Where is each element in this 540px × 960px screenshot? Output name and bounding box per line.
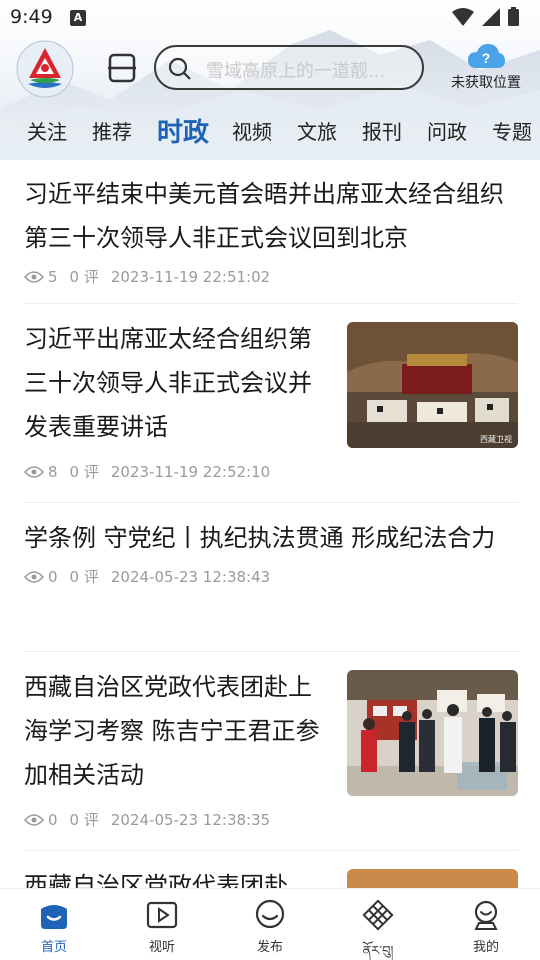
article-thumbnail: 西藏卫视 (347, 322, 518, 448)
view-count: 5 (48, 267, 58, 286)
article-title: 西藏自治区党政代表团赴 (24, 872, 288, 888)
article-meta: 0 0 评 2024-05-23 12:38:43 (24, 566, 518, 587)
views-icon (24, 570, 44, 583)
list-item[interactable]: 学条例 守党纪丨执纪执法贯通 形成纪法合力 0 0 评 2024-05-23 1… (24, 516, 518, 652)
nav-media[interactable]: 视听 (122, 897, 202, 955)
list-item[interactable]: 西藏自治区党政代表团赴上海学习考察 陈吉宁王君正参加相关活动 0 0 评 202… (24, 665, 518, 851)
tab-recommend[interactable]: 推荐 (92, 116, 132, 145)
signal-icon (482, 8, 500, 26)
article-title: 习近平结束中美元首会晤并出席亚太经合组织第三十次领导人非正式会议回到北京 (24, 180, 504, 252)
wifi-icon (452, 8, 474, 26)
publish-time: 2023-11-19 22:51:02 (110, 267, 271, 286)
endless-knot-icon (362, 899, 394, 931)
publish-time: 2024-05-23 12:38:35 (110, 810, 271, 829)
nav-home[interactable]: 首页 (14, 897, 94, 955)
channel-tabs: 关注 推荐 时政 视频 文旅 报刊 问政 专题 (0, 112, 540, 152)
nav-profile-label: 我的 (472, 940, 499, 955)
comment-count: 0 评 (69, 463, 99, 481)
publish-time: 2023-11-19 22:52:10 (110, 462, 271, 481)
article-title: 学条例 守党纪丨执纪执法贯通 形成纪法合力 (24, 524, 496, 552)
article-meta: 5 0 评 2023-11-19 22:51:02 (24, 266, 518, 287)
tab-politics[interactable]: 时政 (157, 112, 209, 149)
profile-icon (474, 900, 498, 930)
tab-topics[interactable]: 专题 (492, 116, 532, 145)
tab-culture-travel[interactable]: 文旅 (297, 116, 337, 145)
comment-count: 0 评 (69, 811, 99, 829)
article-thumbnail (347, 869, 518, 888)
nav-profile[interactable]: 我的 (446, 897, 526, 955)
publish-time: 2024-05-23 12:38:43 (110, 567, 271, 586)
views-icon (24, 465, 44, 478)
app-logo-icon (16, 40, 74, 98)
divider (24, 502, 518, 503)
thumbnail-watermark: 西藏卫视 (480, 435, 512, 444)
list-item[interactable]: 习近平结束中美元首会晤并出席亚太经合组织第三十次领导人非正式会议回到北京 5 0… (24, 172, 518, 304)
status-notification-icon: A (70, 10, 86, 26)
divider (24, 303, 518, 304)
nav-tibetan-label: ནོར་བུ། (362, 944, 394, 959)
article-thumbnail (347, 670, 518, 796)
status-time: 9:49 (10, 6, 53, 28)
list-item[interactable]: 西藏自治区党政代表团赴 (24, 864, 518, 888)
comment-count: 0 评 (69, 568, 99, 586)
scan-button[interactable] (100, 50, 144, 86)
location-weather-button[interactable]: ? 未获取位置 (446, 42, 526, 94)
nav-home-label: 首页 (40, 940, 67, 955)
tab-inquiry[interactable]: 问政 (427, 116, 467, 145)
comment-count: 0 评 (69, 268, 99, 286)
view-count: 0 (48, 567, 58, 586)
video-play-icon (146, 901, 178, 929)
battery-icon (508, 9, 519, 26)
view-count: 8 (48, 462, 58, 481)
news-feed: 习近平结束中美元首会晤并出席亚太经合组织第三十次领导人非正式会议回到北京 5 0… (0, 160, 540, 888)
article-meta: 8 0 评 2023-11-19 22:52:10 (24, 461, 518, 482)
search-input[interactable]: 雪域高原上的一道靓... (154, 45, 424, 90)
nav-publish[interactable]: 发布 (230, 897, 310, 955)
tab-follow[interactable]: 关注 (27, 116, 67, 145)
article-title: 西藏自治区党政代表团赴上海学习考察 陈吉宁王君正参加相关活动 (24, 673, 320, 789)
article-title: 习近平出席亚太经合组织第三十次领导人非正式会议并发表重要讲话 (24, 325, 312, 441)
app-logo[interactable] (16, 40, 74, 98)
bottom-navigation: 首页 视听 发布 ནོར་བུ། 我的 (0, 888, 540, 960)
tab-video[interactable]: 视频 (232, 116, 272, 145)
divider (24, 850, 518, 851)
nav-media-label: 视听 (148, 940, 175, 955)
location-label: 未获取位置 (451, 75, 521, 91)
chat-bubble-icon (255, 899, 285, 929)
scan-icon (108, 53, 136, 83)
status-icons (450, 6, 530, 32)
nav-publish-label: 发布 (256, 940, 283, 955)
tab-newspaper[interactable]: 报刊 (362, 116, 402, 145)
nav-tibetan[interactable]: ནོར་བུ། (338, 897, 418, 960)
home-icon (41, 905, 67, 929)
article-meta: 0 0 评 2024-05-23 12:38:35 (24, 809, 518, 830)
views-icon (24, 813, 44, 826)
search-icon (168, 57, 191, 80)
list-item[interactable]: 习近平出席亚太经合组织第三十次领导人非正式会议并发表重要讲话 西藏卫视 8 0 … (24, 317, 518, 503)
cloud-question-icon: ? (468, 44, 505, 68)
divider (24, 651, 518, 652)
svg-text:?: ? (482, 50, 491, 66)
view-count: 0 (48, 810, 58, 829)
search-placeholder: 雪域高原上的一道靓... (206, 61, 386, 82)
views-icon (24, 270, 44, 283)
status-bar: 9:49 A (0, 0, 540, 36)
